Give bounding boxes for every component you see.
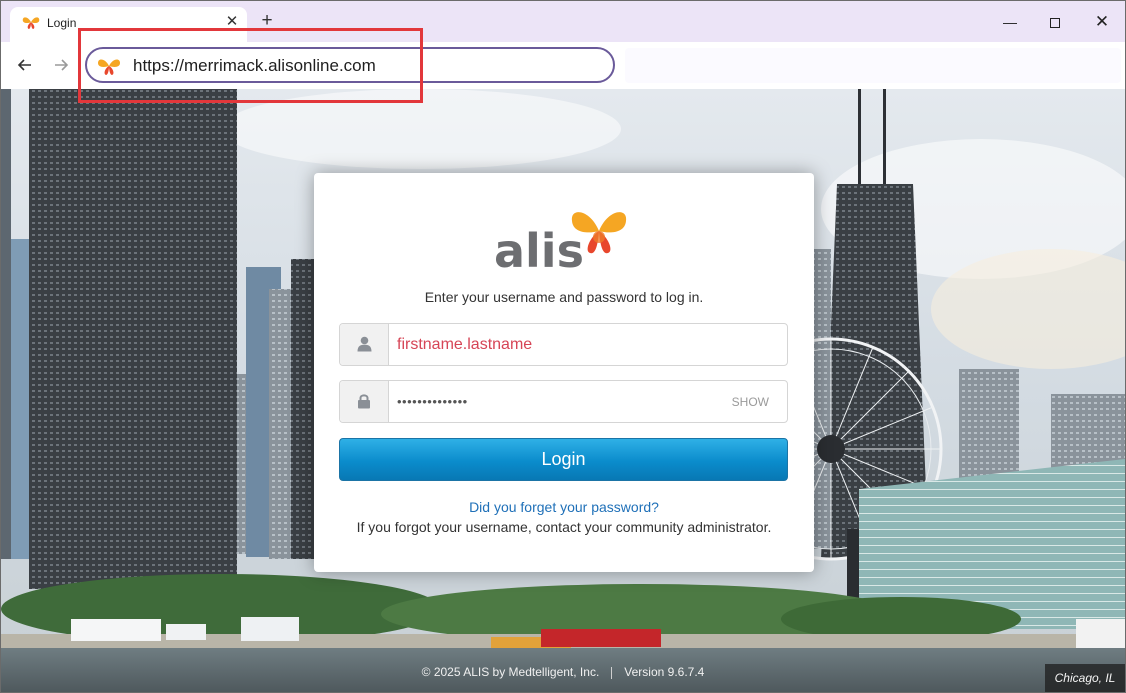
window-close-icon[interactable]: ✕: [1085, 9, 1119, 35]
tab-title: Login: [47, 16, 77, 30]
alis-logo-icon: alis: [494, 212, 627, 273]
copyright-text: © 2025 ALIS by Medtelligent, Inc.: [421, 665, 600, 679]
login-button[interactable]: Login: [339, 438, 788, 481]
maximize-icon[interactable]: [1038, 9, 1072, 35]
password-icon-box: [340, 381, 389, 422]
back-button[interactable]: [12, 52, 38, 78]
tab-login[interactable]: Login ✕: [10, 7, 247, 42]
login-page: alis Enter your username and password to…: [1, 89, 1125, 692]
forgot-password-link[interactable]: Did you forget your password?: [314, 499, 814, 515]
address-bar[interactable]: https://merrimack.alisonline.com: [85, 47, 615, 83]
password-field[interactable]: •••••••••••••• SHOW: [339, 380, 788, 423]
new-tab-icon[interactable]: +: [257, 10, 277, 32]
butterfly-favicon-icon: [22, 17, 40, 29]
show-password-button[interactable]: SHOW: [732, 395, 769, 409]
location-caption: Chicago, IL: [1045, 664, 1125, 692]
browser-window: Login ✕ + — ✕ https://merrimack.alisonli…: [0, 0, 1126, 693]
forgot-username-note: If you forgot your username, contact you…: [356, 519, 772, 535]
footer-divider: [611, 666, 613, 679]
toolbar-empty-area: [625, 48, 1121, 83]
version-text: Version 9.6.7.4: [624, 665, 705, 679]
username-field[interactable]: firstname.lastname: [339, 323, 788, 366]
login-instructions: Enter your username and password to log …: [424, 289, 704, 305]
minimize-icon[interactable]: —: [993, 9, 1027, 35]
username-input[interactable]: firstname.lastname: [397, 336, 532, 354]
url-text: https://merrimack.alisonline.com: [133, 56, 376, 75]
page-footer: © 2025 ALIS by Medtelligent, Inc. Version…: [1, 665, 1125, 679]
browser-toolbar: https://merrimack.alisonline.com: [1, 42, 1125, 89]
svg-text:alis: alis: [494, 224, 584, 273]
lock-icon: [358, 394, 370, 409]
username-icon-box: [340, 324, 389, 365]
user-icon: [357, 336, 372, 352]
tab-strip: Login ✕ + — ✕: [1, 1, 1125, 42]
butterfly-favicon-icon: [98, 59, 120, 75]
arrow-right-icon: [55, 59, 69, 71]
arrow-left-icon: [17, 59, 31, 71]
forward-button[interactable]: [48, 52, 74, 78]
login-card: alis Enter your username and password to…: [314, 173, 814, 572]
password-input[interactable]: ••••••••••••••: [397, 394, 468, 409]
tab-close-icon[interactable]: ✕: [223, 12, 241, 32]
